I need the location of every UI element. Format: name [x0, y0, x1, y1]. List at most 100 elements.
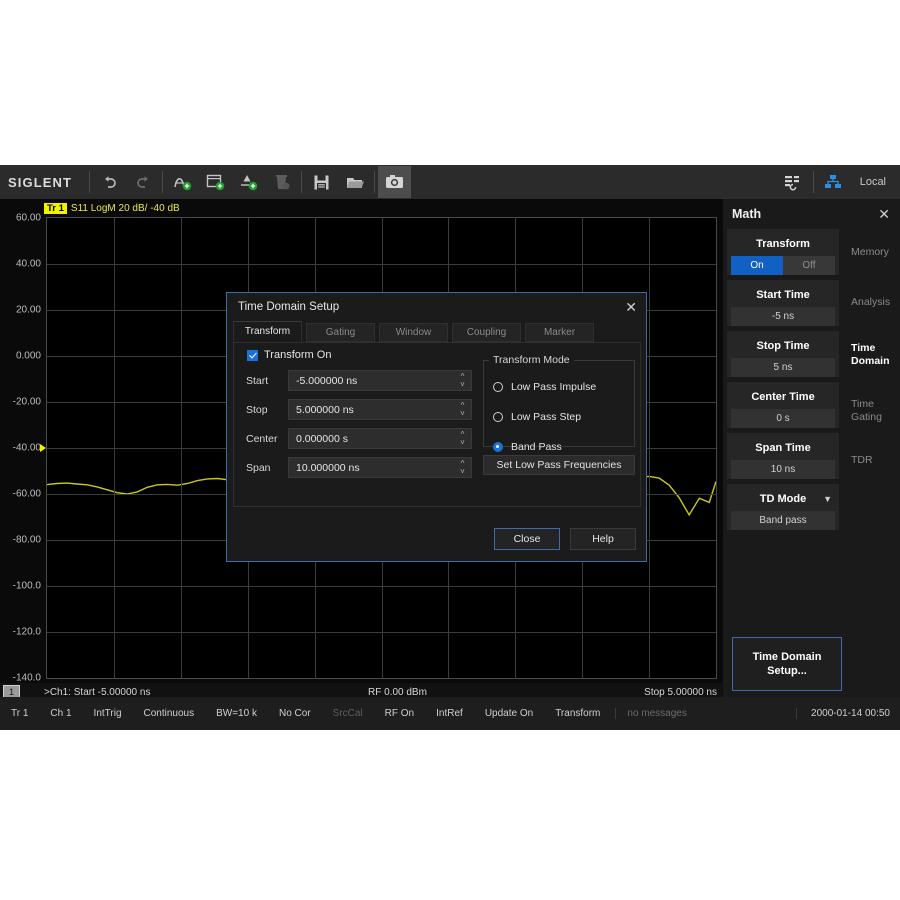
close-icon[interactable]: ✕: [878, 207, 890, 221]
tab-gating[interactable]: Gating: [306, 323, 375, 342]
dialog-body: Transform On Start-5.000000 ns^˅ Stop5.00…: [233, 342, 641, 507]
math-category-memory[interactable]: Memory: [847, 237, 889, 268]
transform-on-checkbox-row[interactable]: Transform On: [247, 349, 331, 361]
set-low-pass-frequencies-button[interactable]: Set Low Pass Frequencies: [483, 455, 635, 475]
span-stepper[interactable]: ^˅: [457, 458, 468, 477]
status-item-transform[interactable]: Transform: [544, 708, 611, 719]
list-button[interactable]: [777, 166, 810, 198]
add-window-icon: [205, 172, 227, 192]
close-icon[interactable]: ✕: [625, 300, 637, 314]
math-card: TransformOnOff: [727, 229, 839, 275]
status-item-srccal[interactable]: SrcCal: [322, 708, 374, 719]
status-item-ch-1[interactable]: Ch 1: [39, 708, 82, 719]
status-item-inttrig[interactable]: IntTrig: [83, 708, 133, 719]
transform-toggle-option-on[interactable]: On: [731, 256, 783, 275]
math-card: Center Time0 s: [727, 382, 839, 428]
radio-button-icon[interactable]: [493, 442, 503, 452]
tab-transform[interactable]: Transform: [233, 321, 302, 342]
stepper-down-icon[interactable]: ˅: [460, 381, 465, 389]
local-label[interactable]: Local: [850, 176, 894, 188]
y-axis-tick-label: -40.00: [13, 443, 41, 454]
radio-low-pass-step[interactable]: Low Pass Step: [493, 411, 581, 423]
gridline-vertical: [114, 218, 115, 678]
help-button[interactable]: Help: [570, 528, 636, 550]
span-input[interactable]: 10.000000 ns ^˅: [288, 457, 472, 478]
reference-marker-icon[interactable]: [40, 444, 46, 452]
add-marker-icon: [238, 172, 260, 192]
stop-field-label: Stop: [246, 404, 288, 416]
save-button[interactable]: [305, 166, 338, 198]
tab-window[interactable]: Window: [379, 323, 448, 342]
stepper-down-icon[interactable]: ˅: [460, 468, 465, 476]
undo-icon: [101, 173, 119, 191]
math-card: Start Time-5 ns: [727, 280, 839, 326]
sweep-stop-label: Stop 5.00000 ns: [644, 687, 717, 698]
time-domain-setup-button[interactable]: Time DomainSetup...: [732, 637, 842, 691]
dialog-tabs: TransformGatingWindowCouplingMarker: [227, 321, 646, 342]
math-card-value[interactable]: Band pass: [731, 511, 835, 530]
center-field-label: Center: [246, 433, 288, 445]
stepper-down-icon[interactable]: ˅: [460, 410, 465, 418]
status-item-no-cor[interactable]: No Cor: [268, 708, 322, 719]
math-card-label: Start Time: [727, 285, 839, 307]
center-input[interactable]: 0.000000 s^˅: [288, 428, 472, 449]
stop-value: 5.000000 ns: [289, 404, 354, 416]
math-category-time-gating[interactable]: TimeGating: [847, 389, 882, 433]
datetime-label: 2000-01-14 00:50: [796, 708, 900, 719]
status-item-tr-1[interactable]: Tr 1: [0, 708, 39, 719]
undo-button[interactable]: [93, 166, 126, 198]
add-window-button[interactable]: [199, 166, 232, 198]
math-category-time-domain[interactable]: TimeDomain: [847, 333, 890, 377]
math-card-value[interactable]: -5 ns: [731, 307, 835, 326]
transform-toggle-option-off[interactable]: Off: [783, 256, 835, 275]
radio-button-icon[interactable]: [493, 382, 503, 392]
status-item-continuous[interactable]: Continuous: [133, 708, 206, 719]
transform-mode-group-label: Transform Mode: [489, 354, 574, 366]
trace-badge[interactable]: Tr 1: [44, 203, 67, 214]
y-axis-tick-label: 40.00: [16, 259, 41, 270]
status-item-rf-on[interactable]: RF On: [374, 708, 425, 719]
start-stepper[interactable]: ^˅: [457, 371, 468, 390]
close-button[interactable]: Close: [494, 528, 560, 550]
radio-button-icon[interactable]: [493, 412, 503, 422]
span-field-label: Span: [246, 462, 288, 474]
add-trace-icon: [172, 172, 194, 192]
math-card: Span Time10 ns: [727, 433, 839, 479]
status-item-intref[interactable]: IntRef: [425, 708, 474, 719]
radio-low-pass-impulse[interactable]: Low Pass Impulse: [493, 381, 596, 393]
add-trace-button[interactable]: [166, 166, 199, 198]
center-stepper[interactable]: ^˅: [457, 429, 468, 448]
math-card-label: Stop Time: [727, 336, 839, 358]
add-marker-button[interactable]: [232, 166, 265, 198]
field-row: Start-5.000000 ns^˅: [246, 370, 472, 391]
stepper-down-icon[interactable]: ˅: [460, 439, 465, 447]
camera-icon: [384, 173, 405, 191]
chevron-down-icon[interactable]: ▼: [823, 494, 832, 504]
delete-button[interactable]: [265, 166, 298, 198]
stop-stepper[interactable]: ^˅: [457, 400, 468, 419]
dialog-header: Time Domain Setup ✕: [227, 293, 646, 321]
span-value: 10.000000 ns: [289, 462, 360, 474]
transform-on-checkbox[interactable]: [247, 350, 258, 361]
start-input[interactable]: -5.000000 ns^˅: [288, 370, 472, 391]
redo-button[interactable]: [126, 166, 159, 198]
math-card-value[interactable]: 10 ns: [731, 460, 835, 479]
math-category-tdr[interactable]: TDR: [847, 445, 873, 476]
math-card-value[interactable]: 0 s: [731, 409, 835, 428]
toolbar-divider: [162, 171, 163, 193]
help-button-label: Help: [592, 533, 614, 545]
math-category-analysis[interactable]: Analysis: [847, 287, 890, 318]
math-card-value[interactable]: 5 ns: [731, 358, 835, 377]
tab-coupling[interactable]: Coupling: [452, 323, 521, 342]
stop-input[interactable]: 5.000000 ns ^˅: [288, 399, 472, 420]
save-icon: [312, 173, 331, 192]
network-button[interactable]: [817, 166, 850, 198]
y-axis-tick-label: -100.0: [13, 581, 41, 592]
math-card: TD Mode▼Band pass: [727, 484, 839, 530]
radio-band-pass[interactable]: Band Pass: [493, 441, 562, 453]
tab-marker[interactable]: Marker: [525, 323, 594, 342]
status-item-bw-10-k[interactable]: BW=10 k: [205, 708, 268, 719]
screenshot-button[interactable]: [378, 166, 411, 198]
open-button[interactable]: [338, 166, 371, 198]
status-item-update-on[interactable]: Update On: [474, 708, 544, 719]
